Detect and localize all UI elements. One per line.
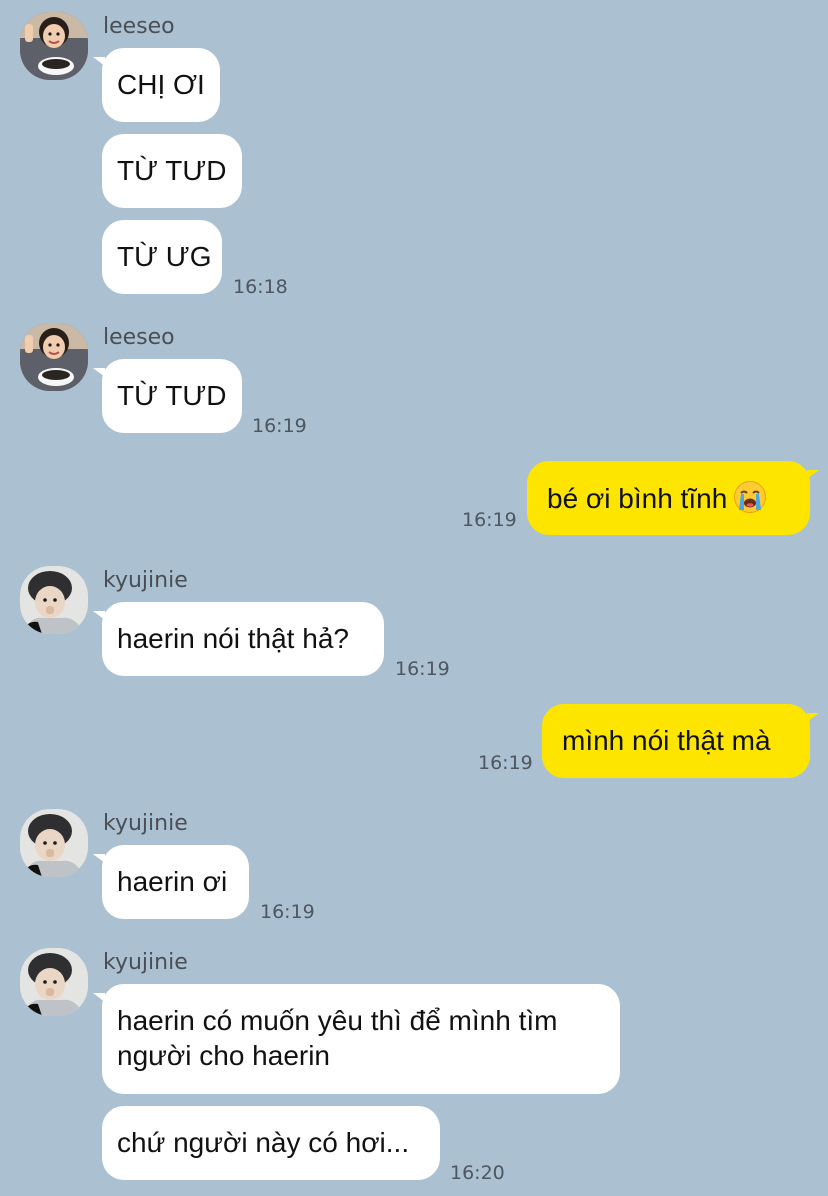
message-text: TỪ ƯG (117, 241, 212, 272)
sender-name: kyujinie (103, 811, 188, 836)
message-text: TỪ TƯD (117, 380, 227, 411)
loudly-crying-face-icon (733, 480, 767, 522)
my-message-bubble[interactable]: mình nói thật mà (542, 704, 819, 778)
my-message-bubble[interactable]: bé ơi bình tĩnh (527, 461, 819, 535)
message-bubble[interactable]: TỪ TƯD (102, 134, 242, 208)
message-bubble[interactable]: haerin nói thật hả? (93, 602, 384, 676)
message-time: 16:20 (450, 1162, 505, 1184)
message-text: chứ người này có hơi... (117, 1127, 410, 1158)
message-text: haerin có muốn yêu thì để mình tìm người… (117, 1005, 558, 1071)
sender-name: kyujinie (103, 950, 188, 975)
message-text: bé ơi bình tĩnh (547, 483, 728, 514)
leeseo-avatar[interactable] (20, 12, 88, 80)
sender-name: leeseo (103, 14, 175, 39)
message-bubble[interactable]: haerin ơi (93, 845, 249, 919)
message-bubble[interactable]: TỪ ƯG (102, 220, 222, 294)
message-bubble[interactable]: haerin có muốn yêu thì để mình tìm người… (93, 984, 620, 1094)
kyujinie-avatar[interactable] (20, 948, 88, 1016)
message-time: 16:19 (462, 509, 517, 531)
message-time: 16:19 (478, 752, 533, 774)
message-text: haerin ơi (117, 866, 228, 897)
message-bubble[interactable]: TỪ TƯD (93, 359, 242, 433)
message-text: haerin nói thật hả? (117, 623, 349, 654)
sender-name: kyujinie (103, 568, 188, 593)
message-text: CHỊ ƠI (117, 69, 205, 100)
message-text: TỪ TƯD (117, 155, 227, 186)
sender-name: leeseo (103, 325, 175, 350)
message-time: 16:19 (260, 901, 315, 923)
leeseo-avatar[interactable] (20, 323, 88, 391)
message-time: 16:18 (233, 276, 288, 298)
message-time: 16:19 (252, 415, 307, 437)
message-text: mình nói thật mà (562, 725, 771, 756)
kyujinie-avatar[interactable] (20, 809, 88, 877)
message-time: 16:19 (395, 658, 450, 680)
kyujinie-avatar[interactable] (20, 566, 88, 634)
message-bubble[interactable]: chứ người này có hơi... (102, 1106, 440, 1180)
message-bubble[interactable]: CHỊ ƠI (93, 48, 220, 122)
